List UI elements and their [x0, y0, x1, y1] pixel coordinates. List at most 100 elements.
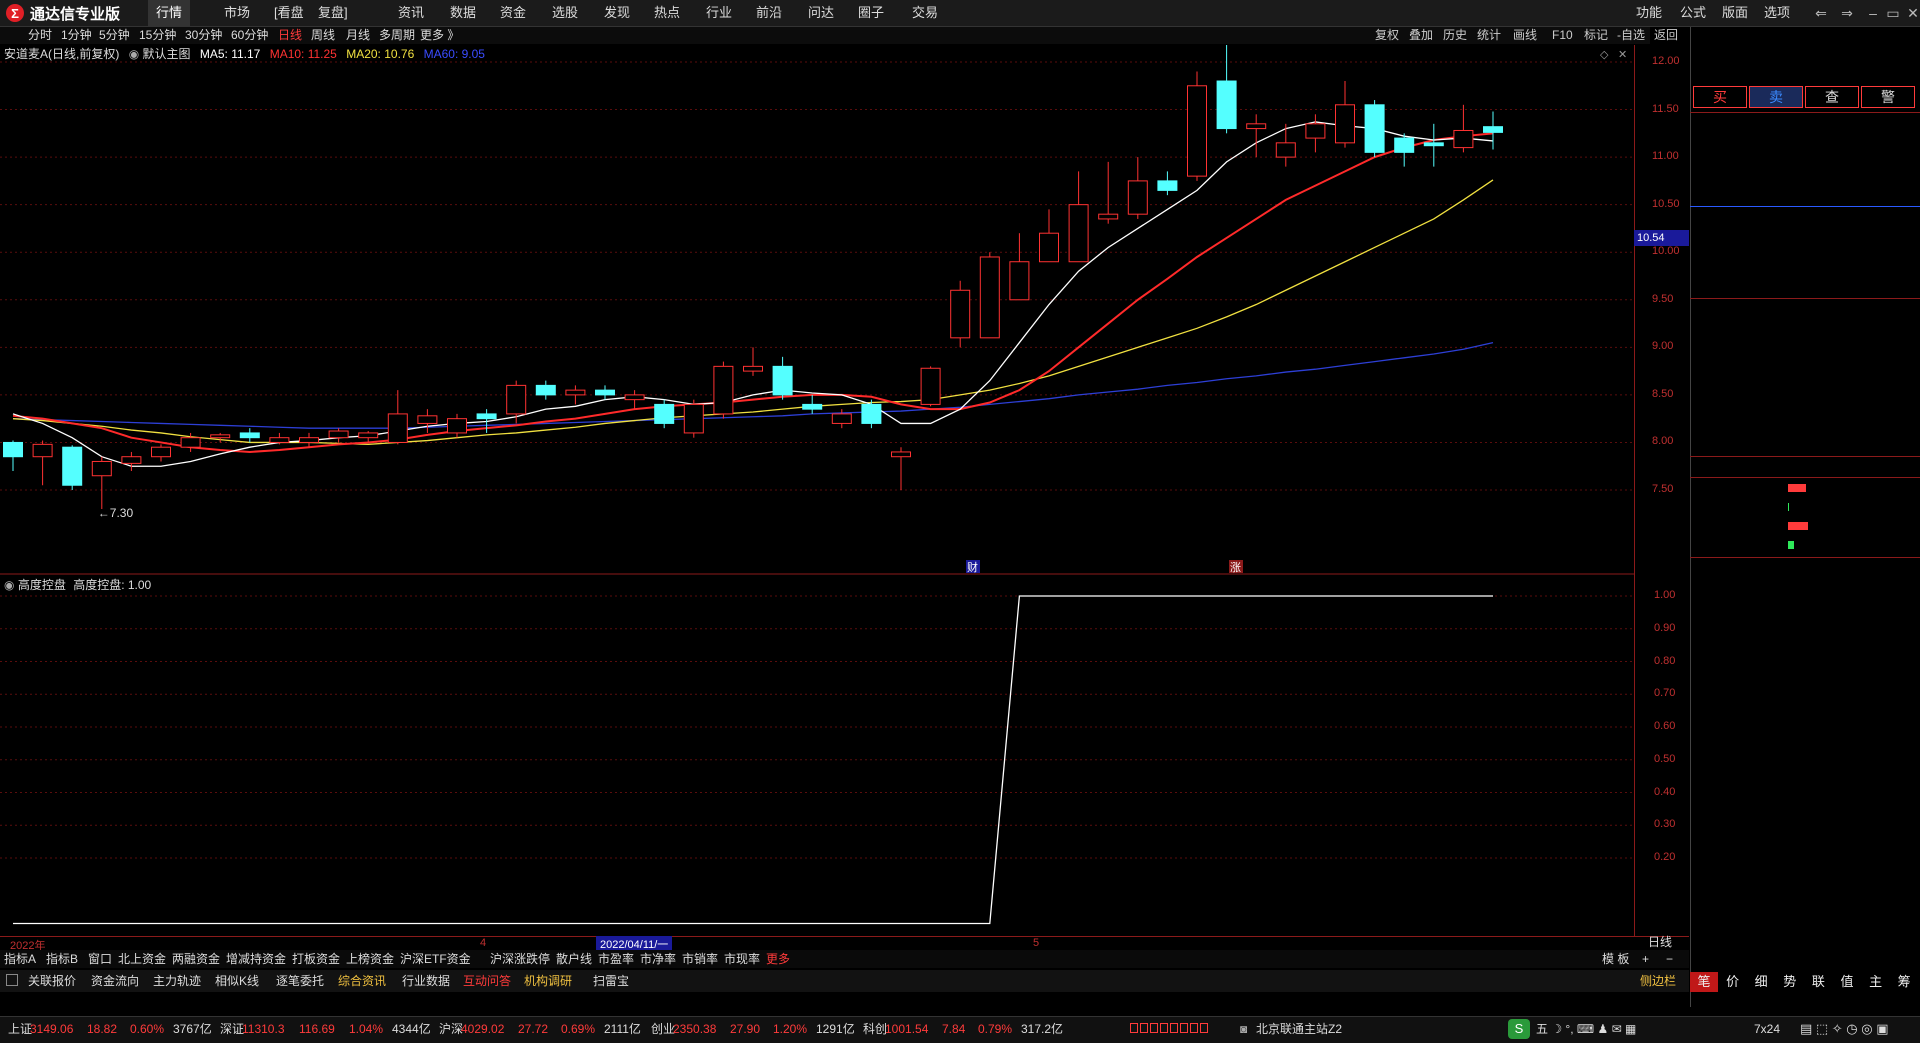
bottom-tab-1[interactable]: 资金流向 [91, 971, 139, 991]
menu-right-1[interactable]: 公式 [1680, 0, 1706, 26]
forward-icon[interactable]: ⇒ [1834, 0, 1860, 26]
trade-button-1[interactable]: 卖 [1749, 86, 1803, 108]
panel-tab-6[interactable]: 主 [1862, 972, 1890, 992]
menu-2[interactable]: [看盘 [266, 0, 312, 26]
index-3-name[interactable]: 创业 [651, 1016, 675, 1042]
indicator-tab-4[interactable]: 两融资金 [172, 950, 220, 968]
panel-tab-2[interactable]: 细 [1747, 972, 1775, 992]
menu-9[interactable]: 热点 [646, 0, 688, 26]
candle-body-24 [713, 365, 734, 415]
tool-7[interactable]: -自选 [1617, 27, 1645, 44]
indicator-chart[interactable] [0, 576, 1634, 936]
index-2-name[interactable]: 沪深 [439, 1016, 463, 1042]
indicator-tab-3[interactable]: 北上资金 [118, 950, 166, 968]
bottom-tab-5[interactable]: 综合资讯 [338, 971, 386, 991]
period-tab-2[interactable]: 5分钟 [99, 27, 130, 44]
tool-6[interactable]: 标记 [1584, 27, 1608, 44]
indicator-tab-right-2[interactable]: − [1666, 950, 1673, 968]
bottom-tab-3[interactable]: 相似K线 [215, 971, 259, 991]
period-tab-7[interactable]: 周线 [311, 27, 335, 44]
period-tab-8[interactable]: 月线 [346, 27, 370, 44]
back-icon[interactable]: ⇐ [1808, 0, 1834, 26]
bottom-tab-4[interactable]: 逐笔委托 [276, 971, 324, 991]
indicator-tab-0[interactable]: 指标A [4, 950, 36, 968]
panel-tab-1[interactable]: 价 [1719, 972, 1747, 992]
bottom-tab-6[interactable]: 行业数据 [402, 971, 450, 991]
menu-right-0[interactable]: 功能 [1636, 0, 1662, 26]
index-1-name[interactable]: 深证 [220, 1016, 244, 1042]
input-method-icon[interactable]: S [1508, 1019, 1530, 1039]
trade-button-0[interactable]: 买 [1693, 86, 1747, 108]
menu-0[interactable]: 行情 [148, 0, 191, 26]
menu-4[interactable]: 资讯 [390, 0, 432, 26]
indicator-tab-7[interactable]: 上榜资金 [346, 950, 394, 968]
kline-chart[interactable]: 12.38←7.30财涨 [0, 45, 1634, 575]
menu-7[interactable]: 选股 [544, 0, 586, 26]
tool-3[interactable]: 统计 [1477, 27, 1501, 44]
menu-8[interactable]: 发现 [596, 0, 638, 26]
indicator-tab-12[interactable]: 市净率 [640, 950, 676, 968]
app-logo: Σ 通达信专业版 [6, 2, 120, 24]
bottom-tab-8[interactable]: 机构调研 [524, 971, 572, 991]
indicator-tab-15[interactable]: 更多 [766, 950, 790, 968]
menu-13[interactable]: 圈子 [850, 0, 892, 26]
menu-1[interactable]: 市场 [216, 0, 258, 26]
bottom-tab-7[interactable]: 互动问答 [463, 971, 511, 991]
menu-11[interactable]: 前沿 [748, 0, 790, 26]
status-tool-icons[interactable]: ▤ ⬚ ✧ ◷ ◎ ▣ [1800, 1016, 1889, 1042]
menu-14[interactable]: 交易 [904, 0, 946, 26]
index-0-name[interactable]: 上证 [8, 1016, 32, 1042]
indicator-tab-8[interactable]: 沪深ETF资金 [400, 950, 471, 968]
indicator-tab-14[interactable]: 市现率 [724, 950, 760, 968]
indicator-tab-right-0[interactable]: 模 板 [1602, 950, 1629, 968]
tool-0[interactable]: 复权 [1375, 27, 1399, 44]
tool-1[interactable]: 叠加 [1409, 27, 1433, 44]
menu-right-3[interactable]: 选项 [1764, 0, 1790, 26]
bottom-tab-9[interactable]: 扫雷宝 [593, 971, 629, 991]
candle-body-34 [1009, 261, 1030, 301]
indicator-tab-6[interactable]: 打板资金 [292, 950, 340, 968]
indicator-tab-5[interactable]: 增减持资金 [226, 950, 286, 968]
indicator-tab-11[interactable]: 市盈率 [598, 950, 634, 968]
tool-5[interactable]: F10 [1552, 27, 1573, 44]
indicator-tab-right-1[interactable]: + [1642, 950, 1649, 968]
menu-10[interactable]: 行业 [698, 0, 740, 26]
panel-tab-3[interactable]: 势 [1776, 972, 1804, 992]
bottom-tab-0[interactable]: 关联报价 [28, 971, 76, 991]
panel-tab-7[interactable]: 筹 [1890, 972, 1918, 992]
tool-8[interactable]: 返回 [1654, 27, 1678, 44]
period-tab-1[interactable]: 1分钟 [61, 27, 92, 44]
trade-button-3[interactable]: 警 [1861, 86, 1915, 108]
bottom-tab-2[interactable]: 主力轨迹 [153, 971, 201, 991]
indicator-tab-13[interactable]: 市销率 [682, 950, 718, 968]
tool-2[interactable]: 历史 [1443, 27, 1467, 44]
period-tab-3[interactable]: 15分钟 [139, 27, 176, 44]
indicator-tab-2[interactable]: 窗口 [88, 950, 112, 968]
menu-5[interactable]: 数据 [442, 0, 484, 26]
panel-tab-5[interactable]: 值 [1833, 972, 1861, 992]
indicator-tab-9[interactable]: 沪深涨跌停 [490, 950, 550, 968]
trade-button-2[interactable]: 查 [1805, 86, 1859, 108]
menu-6[interactable]: 资金 [492, 0, 534, 26]
period-tab-10[interactable]: 更多 》 [420, 27, 459, 44]
indicator-tab-10[interactable]: 散户线 [556, 950, 592, 968]
tool-4[interactable]: 画线 [1513, 27, 1537, 44]
panel-toggle-icon[interactable] [6, 974, 18, 986]
period-tab-4[interactable]: 30分钟 [185, 27, 222, 44]
indicator-tab-1[interactable]: 指标B [46, 950, 78, 968]
period-tab-9[interactable]: 多周期 [379, 27, 415, 44]
sidebar-toggle[interactable]: 侧边栏 [1640, 971, 1676, 991]
menu-right-2[interactable]: 版面 [1722, 0, 1748, 26]
period-tab-0[interactable]: 分时 [28, 27, 52, 44]
ime-mode-icon[interactable]: 五 ☽ °, ⌨ ♟ ✉ ▦ [1536, 1016, 1636, 1042]
menu-12[interactable]: 问达 [800, 0, 842, 26]
period-tab-6[interactable]: 日线 [278, 27, 302, 44]
menu-3[interactable]: 复盘] [310, 0, 356, 26]
index-0-price: 3149.06 [30, 1022, 74, 1036]
panel-tab-0[interactable]: 笔 [1690, 972, 1718, 992]
period-tab-5[interactable]: 60分钟 [231, 27, 268, 44]
panel-tab-4[interactable]: 联 [1804, 972, 1832, 992]
server-name[interactable]: 北京联通主站Z2 [1256, 1016, 1342, 1042]
index-4-name[interactable]: 科创 [863, 1016, 887, 1042]
close-icon[interactable]: ✕ [1900, 0, 1920, 26]
